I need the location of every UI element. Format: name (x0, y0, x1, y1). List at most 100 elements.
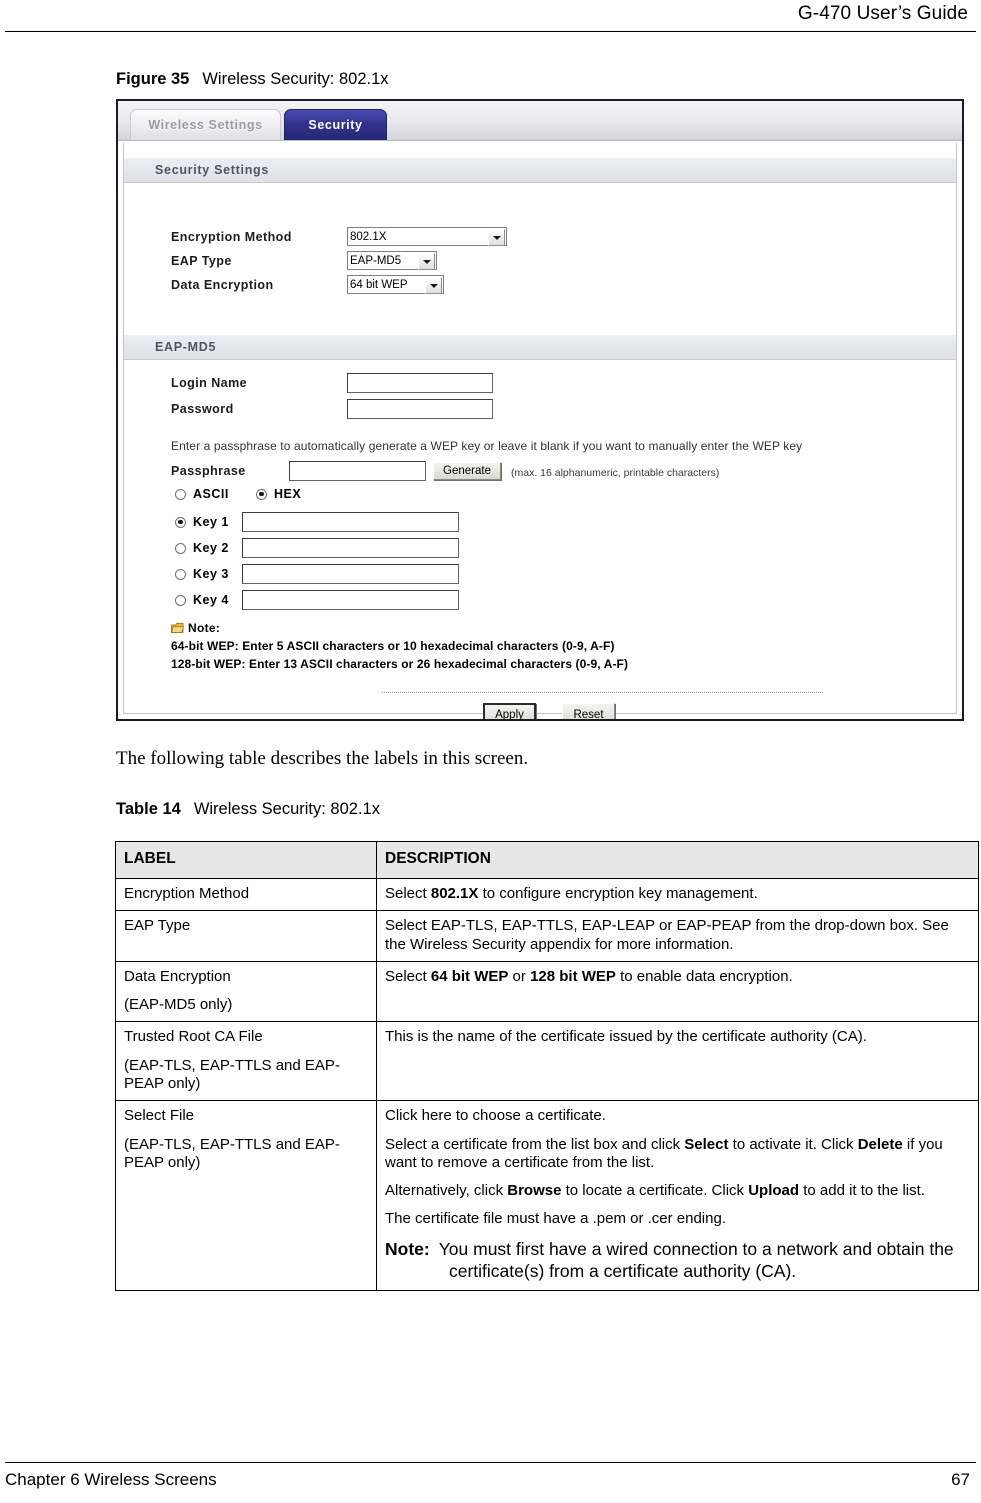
plain-text: to enable data encryption. (615, 967, 793, 985)
plain-text: The certificate file must have a .pem or… (385, 1210, 726, 1228)
hex-radio[interactable] (256, 488, 267, 500)
hex-radio-label: HEX (274, 487, 302, 501)
label-text: EAP Type (124, 917, 191, 935)
description-paragraph: Alternatively, click Browse to locate a … (385, 1182, 970, 1200)
label-qualifier: (EAP-MD5 only) (124, 996, 233, 1014)
eap-type-select[interactable]: EAP-MD5 (347, 251, 437, 270)
key-1-input[interactable] (242, 512, 459, 532)
key-row-1: Key 1 (175, 512, 459, 532)
screenshot-figure: Wireless Settings Security Security Sett… (116, 99, 964, 721)
screenshot-tabbar: Wireless Settings Security (118, 101, 962, 141)
tab-security-label: Security (308, 118, 363, 132)
cell-label: Encryption Method (115, 877, 377, 912)
footer-chapter-label: Chapter 6 Wireless Screens (5, 1470, 217, 1489)
table-row: EAP Type Select EAP-TLS, EAP-TTLS, EAP-LE… (115, 910, 979, 962)
note-icon (171, 622, 184, 633)
plain-text: Select (385, 967, 431, 985)
description-paragraph: Select a certificate from the list box a… (385, 1136, 970, 1173)
cell-label: Trusted Root CA File (EAP-TLS, EAP-TTLS a… (115, 1021, 377, 1102)
tab-wireless-settings[interactable]: Wireless Settings (130, 109, 281, 140)
description-paragraph: Click here to choose a certificate. (385, 1107, 970, 1125)
cell-description: Select 64 bit WEP or 128 bit WEP to enab… (376, 960, 979, 1023)
emphasis-text: 802.1X (430, 884, 479, 902)
plain-text: Select a certificate from the list box a… (385, 1135, 685, 1153)
emphasis-text: Browse (507, 1182, 562, 1200)
description-paragraph: Select 802.1X to configure encryption ke… (385, 885, 970, 903)
key-2-label: Key 2 (193, 541, 229, 555)
data-encryption-select-wrap: 64 bit WEP (347, 275, 444, 294)
key-3-radio[interactable] (175, 568, 186, 580)
passphrase-input[interactable] (289, 461, 426, 481)
table-row: Encryption Method Select 802.1X to config… (115, 877, 979, 912)
table-header-row: LABEL DESCRIPTION (115, 841, 979, 879)
tab-security[interactable]: Security (284, 109, 387, 140)
data-encryption-select[interactable]: 64 bit WEP (347, 275, 444, 294)
key-row-2: Key 2 (175, 538, 459, 558)
key-1-label: Key 1 (193, 515, 229, 529)
passphrase-hint-text: Enter a passphrase to automatically gene… (171, 439, 803, 453)
cell-label: Select File (EAP-TLS, EAP-TTLS and EAP-PE… (115, 1100, 377, 1291)
table-body: Encryption Method Select 802.1X to config… (115, 877, 979, 1291)
table-caption: Table 14 Wireless Security: 802.1x (116, 800, 380, 819)
plain-text: Select (385, 884, 431, 902)
plain-text: to locate a certificate. Click (561, 1182, 749, 1200)
wep-note-block: Note: 64-bit WEP: Enter 5 ASCII characte… (171, 621, 791, 677)
cell-description: Select 802.1X to configure encryption ke… (376, 877, 979, 912)
field-row-encryption-method: Encryption Method 802.1X (171, 227, 507, 246)
label-text: Data Encryption (124, 967, 231, 985)
table-number: Table 14 (116, 800, 181, 818)
login-name-label: Login Name (171, 376, 248, 390)
table-row: Trusted Root CA File (EAP-TLS, EAP-TTLS a… (115, 1021, 979, 1102)
table-row: Data Encryption (EAP-MD5 only) Select 64 b… (115, 960, 979, 1023)
figure-number: Figure 35 (116, 70, 190, 88)
cell-label: Data Encryption (EAP-MD5 only) (115, 960, 377, 1023)
key-2-input[interactable] (242, 538, 459, 558)
column-header-description: DESCRIPTION (376, 841, 979, 879)
field-row-login-name: Login Name (171, 373, 493, 393)
tab-wireless-settings-label: Wireless Settings (148, 118, 263, 132)
passphrase-label: Passphrase (171, 464, 246, 478)
key-1-radio[interactable] (175, 516, 186, 528)
section-header-security-settings: Security Settings (124, 157, 956, 183)
key-4-radio[interactable] (175, 594, 186, 606)
password-input[interactable] (347, 399, 493, 419)
screenshot-content: Security Settings Encryption Method 802.… (123, 143, 957, 719)
key-2-radio[interactable] (175, 542, 186, 554)
figure-title: Wireless Security: 802.1x (202, 70, 389, 88)
ascii-radio[interactable] (175, 488, 186, 500)
section-title-security-settings: Security Settings (155, 163, 270, 177)
emphasis-text: 128 bit WEP (530, 967, 616, 985)
apply-button[interactable]: Apply (483, 703, 536, 719)
generate-button[interactable]: Generate (433, 462, 501, 480)
login-name-input[interactable] (347, 373, 493, 393)
field-row-passphrase: Passphrase Generate (171, 461, 501, 481)
label-qualifier: (EAP-TLS, EAP-TTLS and EAP-PEAP only) (124, 1056, 340, 1092)
key-row-3: Key 3 (175, 564, 459, 584)
label-text: Select File (124, 1107, 195, 1125)
figure-caption: Figure 35 Wireless Security: 802.1x (116, 70, 389, 89)
plain-text: Alternatively, click (385, 1182, 508, 1200)
reset-button[interactable]: Reset (562, 703, 615, 719)
description-paragraph: Select EAP-TLS, EAP-TTLS, EAP-LEAP or EA… (385, 917, 970, 954)
description-paragraph: This is the name of the certificate issu… (385, 1028, 970, 1046)
cell-description: Select EAP-TLS, EAP-TTLS, EAP-LEAP or EA… (376, 910, 979, 962)
note-prefix: Note: (385, 1238, 430, 1259)
eap-type-label: EAP Type (171, 253, 232, 268)
key-format-radio-group: ASCII HEX (175, 487, 323, 501)
plain-text: Click here to choose a certificate. (385, 1107, 606, 1125)
key-3-input[interactable] (242, 564, 459, 584)
description-paragraph: The certificate file must have a .pem or… (385, 1210, 970, 1228)
note-text: You must first have a wired connection t… (438, 1238, 954, 1281)
key-4-input[interactable] (242, 590, 459, 610)
note-line-128bit: 128-bit WEP: Enter 13 ASCII characters o… (171, 657, 629, 671)
cell-label: EAP Type (115, 910, 377, 962)
field-row-eap-type: EAP Type EAP-MD5 (171, 251, 437, 270)
emphasis-text: Delete (857, 1135, 903, 1153)
table-row: Select File (EAP-TLS, EAP-TTLS and EAP-PE… (115, 1100, 979, 1291)
table-title: Wireless Security: 802.1x (193, 800, 380, 818)
plain-text: to activate it. Click (728, 1135, 858, 1153)
encryption-method-select[interactable]: 802.1X (347, 227, 507, 246)
running-head-title: G-470 User’s Guide (797, 3, 968, 24)
description-paragraph: Select 64 bit WEP or 128 bit WEP to enab… (385, 968, 970, 986)
plain-text: Select EAP-TLS, EAP-TTLS, EAP-LEAP or EA… (385, 917, 949, 953)
